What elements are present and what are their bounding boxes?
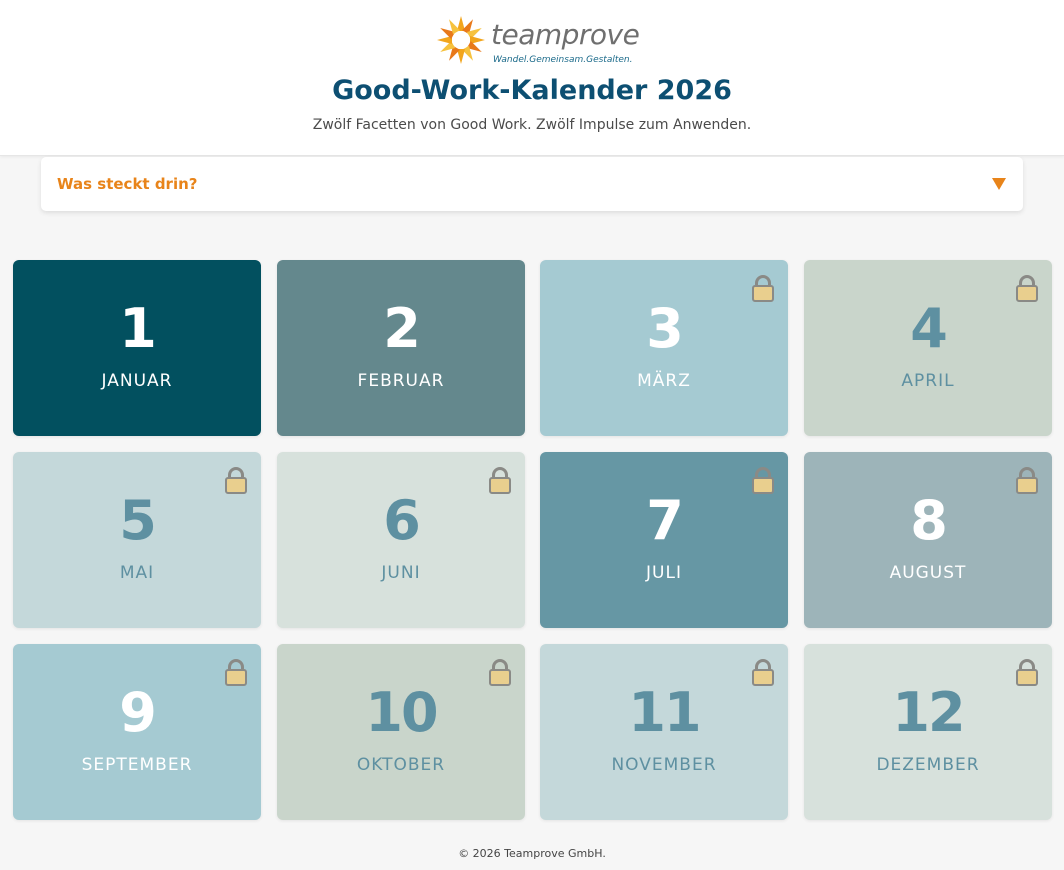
month-number: 7: [646, 489, 684, 552]
month-name: NOVEMBER: [611, 755, 717, 775]
month-number: 12: [892, 681, 965, 744]
lock-icon: [1015, 466, 1039, 494]
lock-icon: [751, 274, 775, 302]
month-tile-6[interactable]: 6 JUNI: [277, 452, 525, 628]
triangle-down-icon: [992, 178, 1006, 190]
teamprove-logo[interactable]: teamprove Wandel.Gemeinsam.Gestalten.: [436, 15, 640, 67]
month-name: FEBRUAR: [357, 371, 445, 391]
month-tile-9[interactable]: 9 SEPTEMBER: [13, 644, 261, 820]
month-tile-2[interactable]: 2 FEBRUAR: [277, 260, 525, 436]
month-number: 10: [365, 681, 438, 744]
logo-wordmark: teamprove: [491, 18, 640, 51]
footer-copyright: © 2026 Teamprove GmbH.: [458, 847, 606, 860]
month-number: 8: [910, 489, 948, 552]
sun-logo-icon: [437, 16, 485, 64]
page-header: teamprove Wandel.Gemeinsam.Gestalten. Go…: [0, 0, 1064, 156]
month-number: 3: [646, 297, 684, 360]
month-name: AUGUST: [889, 563, 967, 583]
month-name: DEZEMBER: [876, 755, 980, 775]
lock-icon: [751, 466, 775, 494]
month-tile-8[interactable]: 8 AUGUST: [804, 452, 1052, 628]
month-tile-12[interactable]: 12 DEZEMBER: [804, 644, 1052, 820]
month-name: JANUAR: [101, 371, 173, 391]
month-name: JUNI: [381, 563, 421, 583]
accordion-label: Was steckt drin?: [57, 175, 198, 193]
month-tile-5[interactable]: 5 MAI: [13, 452, 261, 628]
lock-icon: [751, 658, 775, 686]
month-name: JULI: [646, 563, 682, 583]
logo-tagline: Wandel.Gemeinsam.Gestalten.: [493, 55, 633, 65]
month-tile-4[interactable]: 4 APRIL: [804, 260, 1052, 436]
lock-icon: [488, 466, 512, 494]
month-number: 9: [119, 681, 157, 744]
month-tile-10[interactable]: 10 OKTOBER: [277, 644, 525, 820]
lock-icon: [1015, 658, 1039, 686]
month-number: 4: [910, 297, 948, 360]
month-name: APRIL: [901, 371, 955, 391]
lock-icon: [1015, 274, 1039, 302]
month-name: SEPTEMBER: [81, 755, 193, 775]
month-tile-3[interactable]: 3 MÄRZ: [540, 260, 788, 436]
month-name: MAI: [119, 563, 155, 583]
lock-icon: [488, 658, 512, 686]
month-name: MÄRZ: [637, 371, 691, 391]
lock-icon: [224, 466, 248, 494]
month-number: 6: [383, 489, 421, 552]
month-number: 11: [628, 681, 701, 744]
page-subtitle: Zwölf Facetten von Good Work. Zwölf Impu…: [312, 117, 752, 133]
month-number: 2: [383, 297, 421, 360]
month-number: 1: [119, 297, 157, 360]
month-tile-1[interactable]: 1 JANUAR: [13, 260, 261, 436]
month-tile-11[interactable]: 11 NOVEMBER: [540, 644, 788, 820]
month-name: OKTOBER: [356, 755, 446, 775]
info-accordion-toggle[interactable]: Was steckt drin?: [41, 157, 1023, 211]
month-number: 5: [119, 489, 157, 552]
lock-icon: [224, 658, 248, 686]
page-title: Good-Work-Kalender 2026: [332, 75, 732, 106]
month-tile-7[interactable]: 7 JULI: [540, 452, 788, 628]
